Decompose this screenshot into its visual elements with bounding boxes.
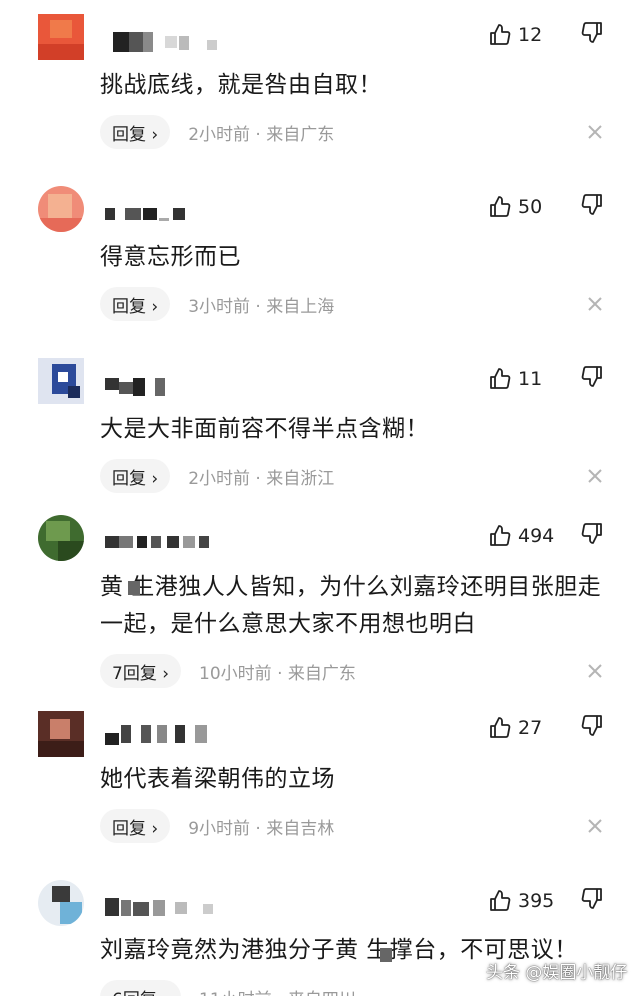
thumbs-up-icon — [490, 368, 511, 389]
like-button[interactable]: 27 — [488, 713, 542, 743]
comment-footer: 7回复 › 10小时前 · 来自广东 — [100, 654, 356, 688]
thumbs-down-icon — [581, 523, 602, 544]
comment-meta: 9小时前 · 来自吉林 — [188, 818, 335, 839]
watermark: 头条 @娱圈小靓仔 — [486, 963, 628, 983]
reply-button[interactable]: 6回复 › — [100, 980, 182, 996]
comment-meta: 2小时前 · 来自广东 — [188, 124, 335, 145]
like-button[interactable]: 494 — [488, 521, 554, 551]
comment-text: 大是大非面前容不得半点含糊！ — [100, 416, 429, 442]
avatar[interactable] — [38, 880, 84, 926]
comment-meta: 11小时前 · 来自四川 — [199, 985, 356, 996]
thumbs-up-icon — [490, 717, 511, 738]
like-button[interactable]: 395 — [488, 886, 554, 916]
close-icon[interactable] — [584, 815, 606, 837]
reply-button[interactable]: 回复 › — [100, 809, 171, 843]
like-count: 12 — [518, 24, 543, 46]
reply-button[interactable]: 回复 › — [100, 287, 171, 321]
like-count: 50 — [518, 196, 543, 218]
avatar[interactable] — [38, 358, 84, 404]
comment-text: 黄 生港独人人皆知，为什么刘嘉玲还明目张胆走一起，是什么意思大家不用想也明白 — [100, 574, 602, 637]
like-button[interactable]: 50 — [488, 192, 542, 222]
thumbs-up-icon — [490, 890, 511, 911]
dislike-button[interactable] — [580, 886, 608, 916]
like-button[interactable]: 12 — [488, 20, 542, 50]
comment-footer: 回复 › 3小时前 · 来自上海 — [100, 287, 334, 321]
comment-meta: 3小时前 · 来自上海 — [188, 296, 335, 317]
reply-button[interactable]: 回复 › — [100, 115, 171, 149]
comment-footer: 回复 › 2小时前 · 来自广东 — [100, 115, 334, 149]
reply-button[interactable]: 7回复 › — [100, 654, 182, 688]
thumbs-down-icon — [581, 715, 602, 736]
reply-button[interactable]: 回复 › — [100, 459, 171, 493]
thumbs-down-icon — [581, 888, 602, 909]
comment-meta: 2小时前 · 来自浙江 — [188, 468, 335, 489]
redaction-mark — [128, 581, 140, 595]
dislike-button[interactable] — [580, 364, 608, 394]
thumbs-up-icon — [490, 525, 511, 546]
like-count: 27 — [518, 717, 543, 739]
thumbs-down-icon — [581, 22, 602, 43]
dislike-button[interactable] — [580, 20, 608, 50]
like-count: 11 — [518, 368, 543, 390]
like-button[interactable]: 11 — [488, 364, 542, 394]
close-icon[interactable] — [584, 660, 606, 682]
comment-text: 她代表着梁朝伟的立场 — [100, 766, 335, 792]
like-count: 494 — [518, 525, 555, 547]
comment-footer: 回复 › 9小时前 · 来自吉林 — [100, 809, 334, 843]
avatar[interactable] — [38, 14, 84, 60]
like-count: 395 — [518, 890, 555, 912]
avatar[interactable] — [38, 515, 84, 561]
thumbs-down-icon — [581, 366, 602, 387]
close-icon[interactable] — [584, 121, 606, 143]
comment-footer: 回复 › 2小时前 · 来自浙江 — [100, 459, 334, 493]
thumbs-up-icon — [490, 24, 511, 45]
comment-text: 得意忘形而已 — [100, 244, 241, 270]
close-icon[interactable] — [584, 293, 606, 315]
thumbs-down-icon — [581, 194, 602, 215]
thumbs-up-icon — [490, 196, 511, 217]
comment-meta: 10小时前 · 来自广东 — [199, 663, 356, 684]
comment-footer: 6回复 › 11小时前 · 来自四川 — [100, 980, 356, 996]
dislike-button[interactable] — [580, 521, 608, 551]
dislike-button[interactable] — [580, 713, 608, 743]
dislike-button[interactable] — [580, 192, 608, 222]
avatar[interactable] — [38, 186, 84, 232]
comment-text: 挑战底线，就是咎由自取！ — [100, 72, 382, 98]
redaction-mark — [380, 948, 392, 962]
close-icon[interactable] — [584, 465, 606, 487]
avatar[interactable] — [38, 711, 84, 757]
